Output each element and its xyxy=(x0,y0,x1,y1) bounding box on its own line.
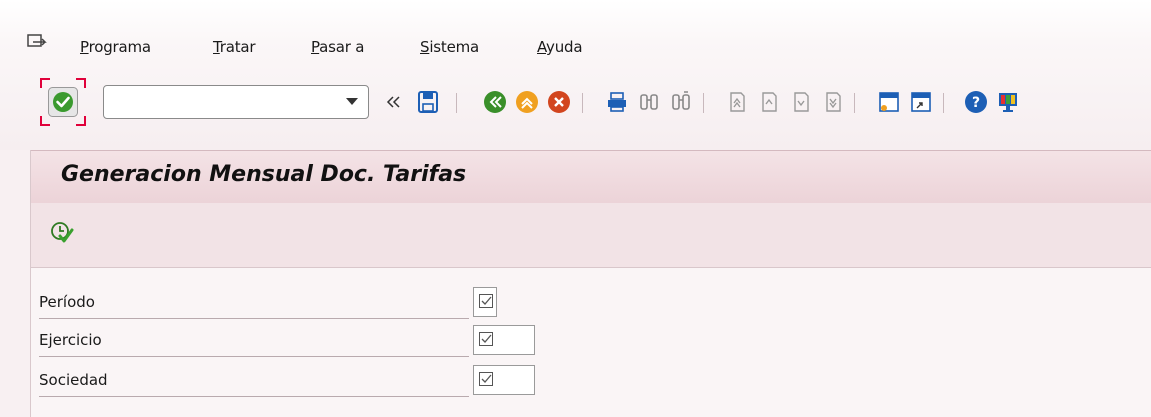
menu-item-tratar[interactable]: Tratar xyxy=(213,38,256,56)
field-row-periodo: Período xyxy=(39,285,497,319)
menu-item-pasar-a[interactable]: Pasar a xyxy=(311,38,365,56)
previous-page-icon[interactable] xyxy=(756,89,782,115)
application-toolbar xyxy=(31,203,1151,268)
required-icon xyxy=(479,372,493,386)
layout-menu-icon[interactable] xyxy=(995,89,1021,115)
chevron-down-icon[interactable] xyxy=(346,98,358,105)
menu-item-sistema[interactable]: Sistema xyxy=(420,38,479,56)
print-icon[interactable] xyxy=(604,89,630,115)
field-row-sociedad: Sociedad xyxy=(39,363,535,397)
svg-text:?: ? xyxy=(972,95,980,111)
command-input[interactable] xyxy=(110,90,334,116)
periodo-field[interactable] xyxy=(473,287,497,317)
help-icon[interactable]: ? xyxy=(963,89,989,115)
system-toolbar: ? xyxy=(0,78,1151,128)
required-icon xyxy=(479,294,493,308)
separator xyxy=(943,93,944,113)
back-icon[interactable] xyxy=(482,89,508,115)
execute-icon[interactable] xyxy=(49,220,75,246)
shortcut-icon[interactable] xyxy=(908,89,934,115)
separator xyxy=(456,93,457,113)
menu-item-programa[interactable]: Programa xyxy=(80,38,151,56)
separator xyxy=(582,93,583,113)
focus-corner xyxy=(76,116,86,126)
find-icon[interactable] xyxy=(636,89,662,115)
sociedad-field[interactable] xyxy=(473,365,535,395)
field-underline xyxy=(39,318,469,319)
separator xyxy=(854,93,855,113)
command-field[interactable] xyxy=(103,85,369,119)
menu-bar: Programa Tratar Pasar a Sistema Ayuda xyxy=(0,30,1151,64)
save-icon[interactable] xyxy=(415,89,441,115)
cancel-icon[interactable] xyxy=(546,89,572,115)
field-label: Ejercicio xyxy=(39,331,102,349)
ok-icon xyxy=(48,87,78,117)
exit-icon[interactable] xyxy=(514,89,540,115)
field-underline xyxy=(39,396,469,397)
menu-icon[interactable] xyxy=(27,34,49,54)
first-page-icon[interactable] xyxy=(724,89,750,115)
focus-corner xyxy=(40,116,50,126)
field-underline xyxy=(39,356,469,357)
ok-button[interactable] xyxy=(40,78,86,126)
ejercicio-field[interactable] xyxy=(473,325,535,355)
field-label: Sociedad xyxy=(39,371,108,389)
separator xyxy=(703,93,704,113)
required-icon xyxy=(479,332,493,346)
field-label: Período xyxy=(39,293,95,311)
next-page-icon[interactable] xyxy=(788,89,814,115)
find-next-icon[interactable] xyxy=(668,89,694,115)
last-page-icon[interactable] xyxy=(820,89,846,115)
field-row-ejercicio: Ejercicio xyxy=(39,323,535,357)
page-title: Generacion Mensual Doc. Tarifas xyxy=(61,162,467,187)
main-panel: Generacion Mensual Doc. Tarifas Período … xyxy=(30,150,1151,417)
collapse-icon[interactable] xyxy=(380,89,406,115)
menu-item-ayuda[interactable]: Ayuda xyxy=(537,38,583,56)
new-session-icon[interactable] xyxy=(876,89,902,115)
title-bar: Generacion Mensual Doc. Tarifas xyxy=(31,150,1151,204)
